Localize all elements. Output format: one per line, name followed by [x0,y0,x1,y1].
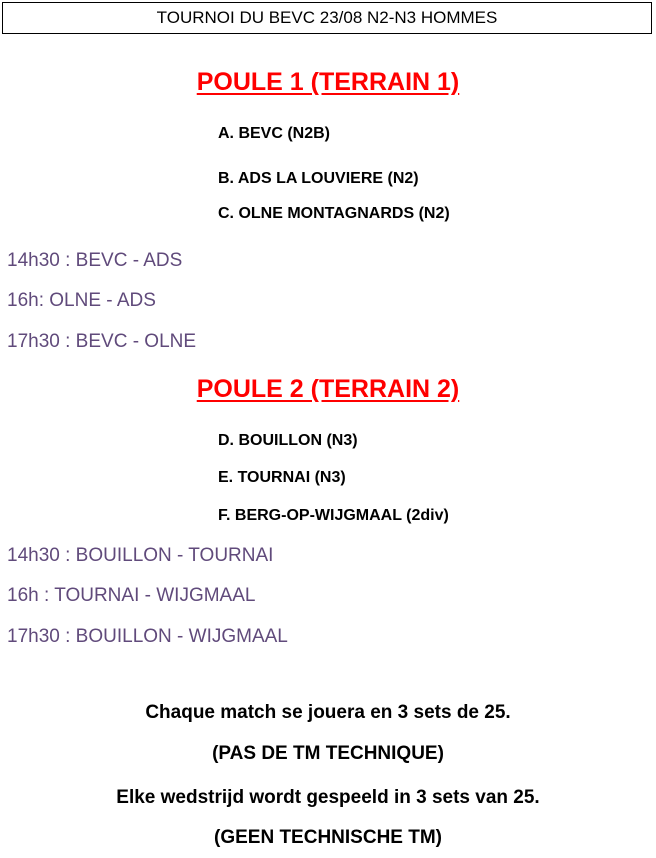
tournament-title: TOURNOI DU BEVC 23/08 N2-N3 HOMMES [156,8,498,27]
pool-2-match-2: 16h : TOURNAI - WIJGMAAL [7,585,256,606]
pool-1-team-b: B. ADS LA LOUVIERE (N2) [218,170,419,187]
pool-1-team-a: A. BEVC (N2B) [218,125,331,142]
pool-2-team-f: F. BERG-OP-WIJGMAAL (2div) [218,507,449,524]
rules-note-nl: Elke wedstrijd wordt gespeeld in 3 sets … [116,787,540,808]
pool-1-match-3: 17h30 : BEVC - OLNE [7,331,197,352]
pool-1-title: POULE 1 (TERRAIN 1) [196,68,460,96]
pool-1-match-1: 14h30 : BEVC - ADS [7,250,183,271]
pool-2-title: POULE 2 (TERRAIN 2) [196,375,460,403]
pool-2-match-1: 14h30 : BOUILLON - TOURNAI [7,545,274,566]
pool-1-match-2: 16h: OLNE - ADS [7,290,156,311]
rules-note-nl-timeout: (GEEN TECHNISCHE TM) [214,827,442,848]
rules-note-fr: Chaque match se jouera en 3 sets de 25. [145,702,511,723]
pool-2-match-3: 17h30 : BOUILLON - WIJGMAAL [7,626,288,647]
pool-2-team-e: E. TOURNAI (N3) [218,469,346,486]
tournament-header: TOURNOI DU BEVC 23/08 N2-N3 HOMMES [2,2,652,34]
rules-note-fr-timeout: (PAS DE TM TECHNIQUE) [212,743,444,764]
pool-2-team-d: D. BOUILLON (N3) [218,432,358,449]
pool-1-team-c: C. OLNE MONTAGNARDS (N2) [218,205,450,222]
